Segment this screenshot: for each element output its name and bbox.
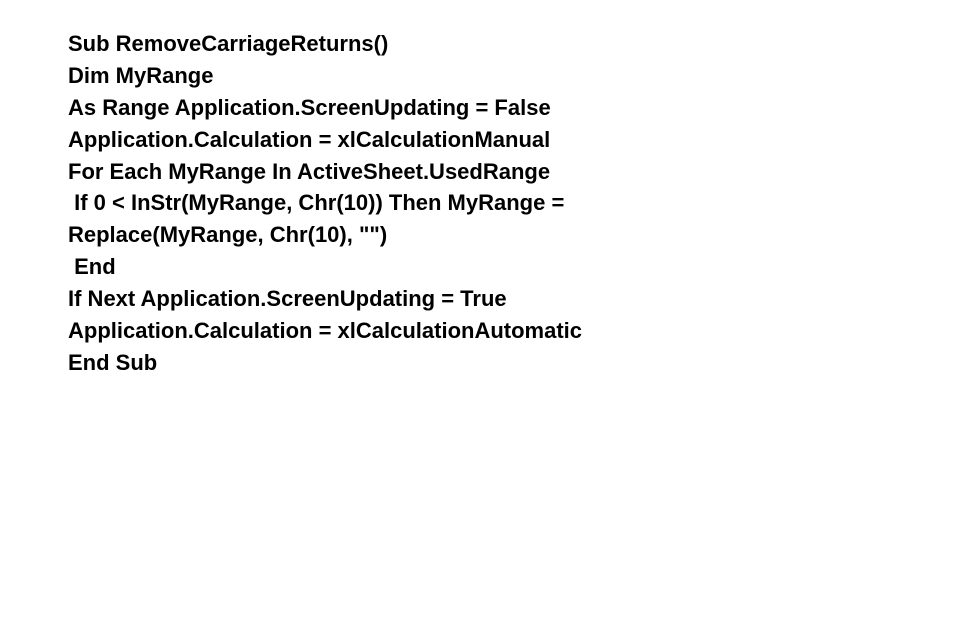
code-block: Sub RemoveCarriageReturns() Dim MyRange … (68, 28, 978, 379)
code-line: For Each MyRange In ActiveSheet.UsedRang… (68, 156, 978, 188)
code-line: Application.Calculation = xlCalculationM… (68, 124, 978, 156)
code-line: As Range Application.ScreenUpdating = Fa… (68, 92, 978, 124)
code-line: Replace(MyRange, Chr(10), "") (68, 219, 978, 251)
code-line: Dim MyRange (68, 60, 978, 92)
code-line: If 0 < InStr(MyRange, Chr(10)) Then MyRa… (68, 187, 978, 219)
code-line: Application.Calculation = xlCalculationA… (68, 315, 978, 347)
code-line: If Next Application.ScreenUpdating = Tru… (68, 283, 978, 315)
code-line: End Sub (68, 347, 978, 379)
code-line: End (68, 251, 978, 283)
code-line: Sub RemoveCarriageReturns() (68, 28, 978, 60)
